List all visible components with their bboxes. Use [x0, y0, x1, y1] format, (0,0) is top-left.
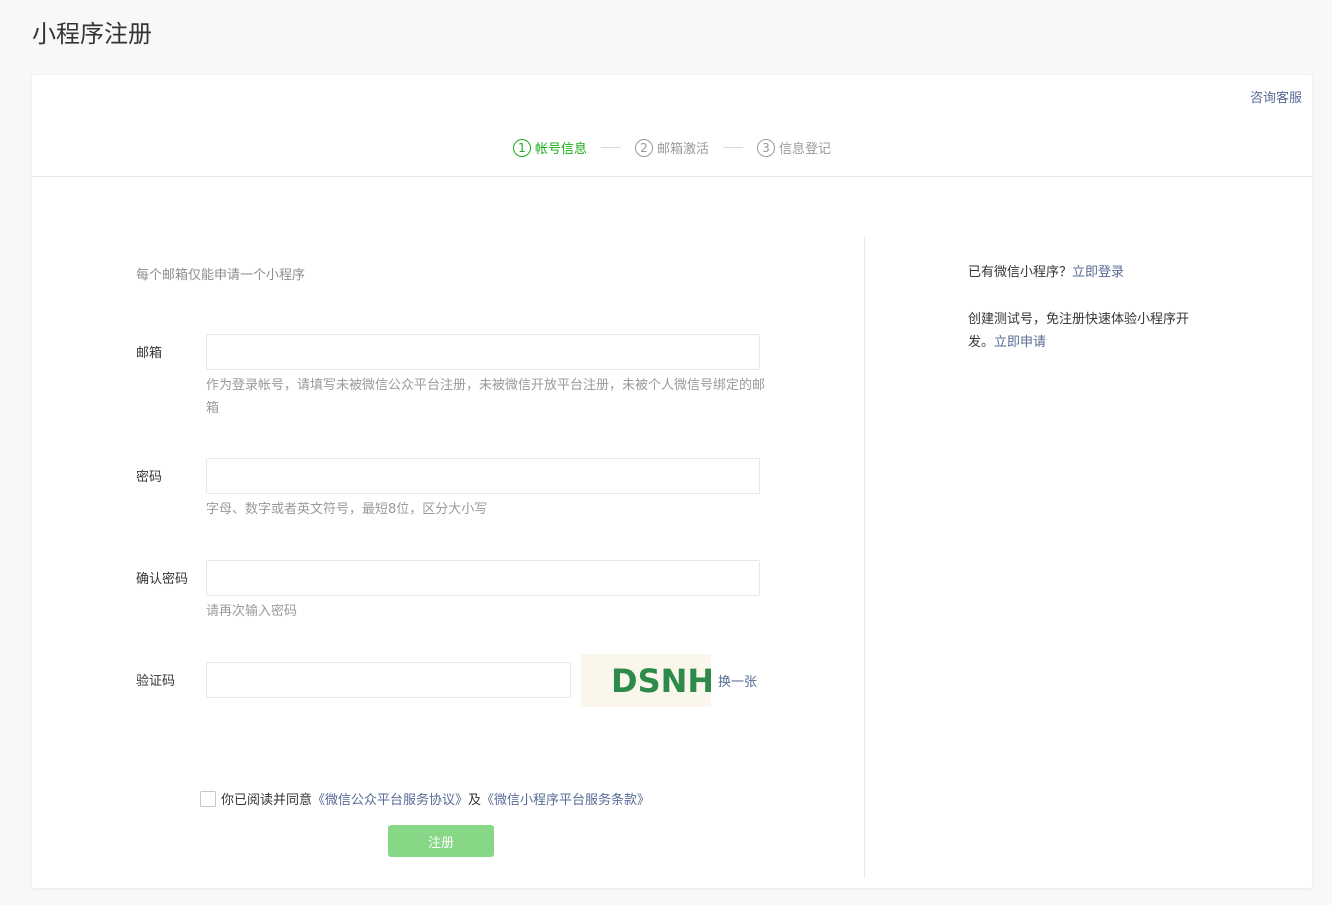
has-app-text: 已有微信小程序？: [968, 265, 1073, 280]
step-separator: [723, 147, 743, 148]
miniprogram-terms-link[interactable]: 《微信小程序平台服务条款》: [481, 789, 650, 808]
step-email-activation: 2 邮箱激活: [634, 138, 709, 157]
login-link[interactable]: 立即登录: [1072, 265, 1124, 280]
service-agreement-link[interactable]: 《微信公众平台服务协议》: [312, 789, 468, 808]
captcha-text: DSNH: [611, 662, 711, 700]
step-number-3: 3: [757, 138, 775, 157]
step-info-registration: 3 信息登记: [757, 138, 831, 157]
page-title: 小程序注册: [32, 20, 152, 48]
agreement-checkbox[interactable]: [200, 790, 216, 807]
password-input[interactable]: [206, 458, 760, 494]
step-number-2: 2: [634, 138, 653, 157]
confirm-password-input[interactable]: [206, 560, 760, 596]
confirm-password-tip: 请再次输入密码: [206, 604, 298, 619]
registration-card: 咨询客服 1 帐号信息 2 邮箱激活 3 信息登记 每个邮箱仅能申请一个小程序 …: [32, 75, 1312, 888]
email-label: 邮箱: [136, 346, 163, 361]
password-tip: 字母、数字或者英文符号，最短8位，区分大小写: [206, 502, 488, 517]
captcha-image[interactable]: DSNH: [581, 654, 711, 707]
captcha-input[interactable]: [206, 662, 571, 698]
confirm-password-label: 确认密码: [136, 572, 189, 587]
step-separator: [600, 147, 621, 148]
refresh-captcha-link[interactable]: 换一张: [718, 671, 757, 690]
step-indicator: 1 帐号信息 2 邮箱激活 3 信息登记: [32, 138, 1312, 157]
agreement-row: 你已阅读并同意 《微信公众平台服务协议》 及 《微信小程序平台服务条款》: [200, 789, 650, 808]
step-label: 帐号信息: [534, 142, 587, 157]
agreement-prefix: 你已阅读并同意: [221, 793, 313, 808]
test-account-note: 创建测试号，免注册快速体验小程序开发。立即申请: [968, 308, 1213, 354]
header-divider: [32, 176, 1312, 177]
existing-account-note: 已有微信小程序？立即登录: [968, 261, 1124, 284]
intro-text: 每个邮箱仅能申请一个小程序: [136, 268, 306, 283]
email-tip: 作为登录帐号，请填写未被微信公众平台注册，未被微信开放平台注册，未被个人微信号绑…: [206, 378, 766, 416]
step-label: 信息登记: [779, 142, 832, 157]
email-input[interactable]: [206, 334, 760, 370]
step-label: 邮箱激活: [656, 142, 709, 157]
apply-link[interactable]: 立即申请: [994, 335, 1046, 350]
step-number-1: 1: [512, 138, 531, 157]
password-label: 密码: [136, 470, 163, 485]
step-account-info: 1 帐号信息: [512, 138, 587, 157]
column-divider: [864, 237, 865, 878]
agreement-middle: 及: [468, 793, 482, 808]
register-button[interactable]: 注册: [388, 825, 494, 857]
captcha-label: 验证码: [136, 674, 176, 689]
support-link[interactable]: 咨询客服: [1250, 87, 1302, 106]
